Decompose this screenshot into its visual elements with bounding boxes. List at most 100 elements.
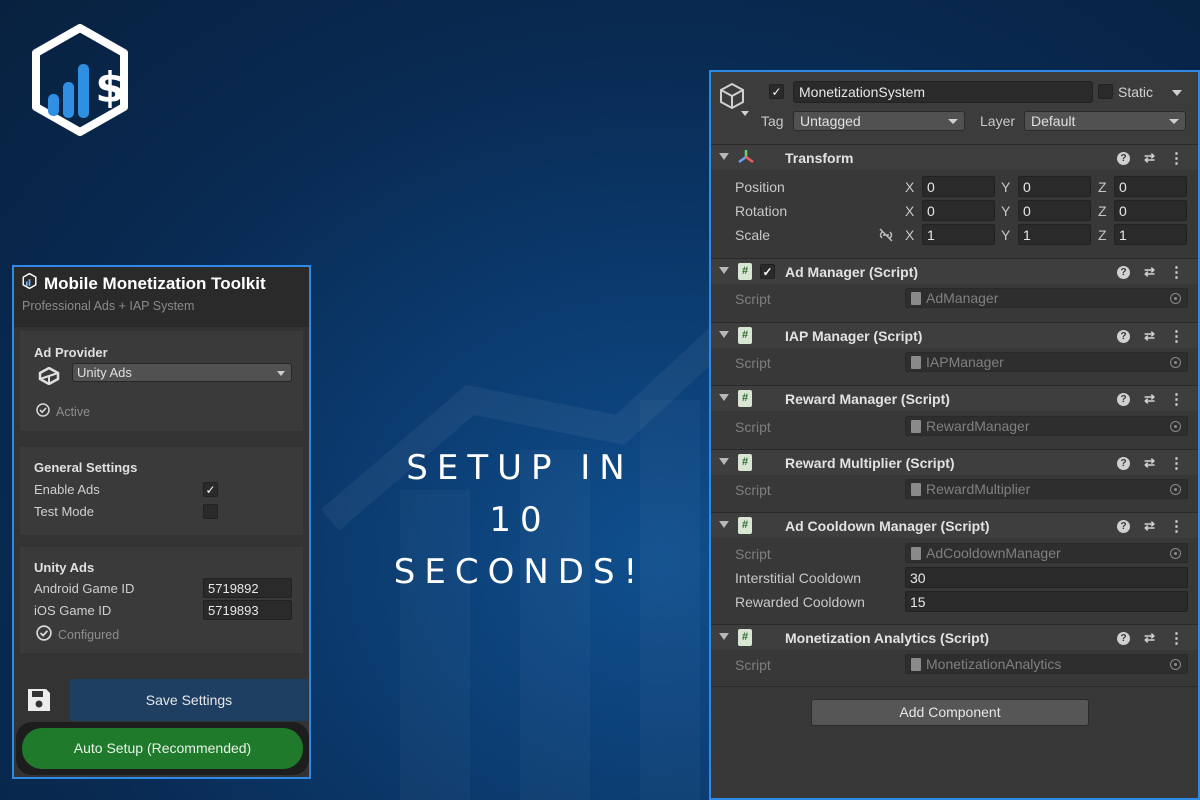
ad-cooldown-script-field[interactable]: AdCooldownManager — [905, 543, 1188, 563]
fold-arrow-icon[interactable] — [719, 394, 729, 401]
analytics-script-field[interactable]: MonetizationAnalytics — [905, 654, 1188, 674]
object-picker-icon[interactable] — [1170, 548, 1181, 559]
scale-z-field[interactable]: 1 — [1114, 224, 1187, 245]
kebab-menu-icon[interactable]: ⋮ — [1169, 265, 1184, 280]
layer-dropdown[interactable]: Default — [1024, 111, 1186, 131]
kebab-menu-icon[interactable]: ⋮ — [1169, 392, 1184, 407]
monetization-analytics-header[interactable]: # Monetization Analytics (Script) ? ⇄ ⋮ — [711, 624, 1198, 650]
ad-cooldown-manager-header[interactable]: # Ad Cooldown Manager (Script) ? ⇄ ⋮ — [711, 512, 1198, 538]
android-game-id-label: Android Game ID — [34, 581, 135, 596]
script-doc-icon — [911, 547, 921, 560]
position-y-field[interactable]: 0 — [1018, 176, 1091, 197]
android-game-id-input[interactable]: 5719892 — [203, 578, 292, 598]
fold-arrow-icon[interactable] — [719, 153, 729, 160]
inspector-panel: ✓ MonetizationSystem Static Tag Untagged… — [709, 70, 1200, 800]
reward-manager-header[interactable]: # Reward Manager (Script) ? ⇄ ⋮ — [711, 385, 1198, 411]
position-z-label: Z — [1098, 179, 1107, 195]
save-settings-button[interactable]: Save Settings — [70, 679, 308, 721]
fold-arrow-icon[interactable] — [719, 458, 729, 465]
help-icon[interactable]: ? — [1117, 265, 1131, 279]
help-icon[interactable]: ? — [1117, 519, 1131, 533]
ad-manager-script-field[interactable]: AdManager — [905, 288, 1188, 308]
interstitial-cooldown-label: Interstitial Cooldown — [735, 570, 862, 586]
active-checkbox[interactable]: ✓ — [769, 84, 784, 99]
cube-icon[interactable] — [719, 81, 753, 122]
ad-provider-select[interactable]: Unity Ads — [72, 363, 292, 382]
ad-manager-script-value: AdManager — [926, 290, 999, 306]
help-icon[interactable]: ? — [1117, 631, 1131, 645]
enable-ads-checkbox[interactable]: ✓ — [203, 482, 218, 497]
object-picker-icon[interactable] — [1170, 293, 1181, 304]
script-file-icon: # — [738, 517, 752, 534]
auto-setup-button[interactable]: Auto Setup (Recommended) — [22, 728, 303, 769]
constrain-proportions-icon[interactable] — [878, 228, 894, 247]
reward-multiplier-title: Reward Multiplier (Script) — [785, 455, 955, 471]
rewarded-cooldown-field[interactable]: 15 — [905, 591, 1188, 612]
iap-manager-header[interactable]: # IAP Manager (Script) ? ⇄ ⋮ — [711, 322, 1198, 348]
static-dropdown-icon[interactable] — [1172, 90, 1182, 96]
transform-body: Position Rotation Scale X Y Z X Y Z X Y … — [711, 171, 1198, 257]
rotation-x-field[interactable]: 0 — [922, 200, 995, 221]
rotation-y-field[interactable]: 0 — [1018, 200, 1091, 221]
reward-multiplier-script-label: Script — [735, 482, 771, 498]
fold-arrow-icon[interactable] — [719, 521, 729, 528]
kebab-menu-icon[interactable]: ⋮ — [1169, 329, 1184, 344]
iap-manager-script-field[interactable]: IAPManager — [905, 352, 1188, 372]
kebab-menu-icon[interactable]: ⋮ — [1169, 456, 1184, 471]
test-mode-checkbox[interactable] — [203, 504, 218, 519]
script-doc-icon — [911, 658, 921, 671]
reward-manager-script-value: RewardManager — [926, 418, 1030, 434]
position-z-field[interactable]: 0 — [1114, 176, 1187, 197]
interstitial-cooldown-field[interactable]: 30 — [905, 567, 1188, 588]
help-icon[interactable]: ? — [1117, 329, 1131, 343]
static-checkbox[interactable] — [1098, 84, 1113, 99]
kebab-menu-icon[interactable]: ⋮ — [1169, 519, 1184, 534]
rotation-x-label: X — [905, 203, 915, 219]
floppy-disk-icon — [26, 687, 52, 718]
ad-manager-script-label: Script — [735, 291, 771, 307]
fold-arrow-icon[interactable] — [719, 331, 729, 338]
fold-arrow-icon[interactable] — [719, 267, 729, 274]
help-icon[interactable]: ? — [1117, 456, 1131, 470]
position-x-label: X — [905, 179, 915, 195]
headline-line-1: SETUP IN — [406, 448, 634, 488]
help-icon[interactable]: ? — [1117, 392, 1131, 406]
reward-manager-script-field[interactable]: RewardManager — [905, 416, 1188, 436]
help-icon[interactable]: ? — [1117, 151, 1131, 165]
position-x-field[interactable]: 0 — [922, 176, 995, 197]
kebab-menu-icon[interactable]: ⋮ — [1169, 151, 1184, 166]
auto-setup-wrapper: Auto Setup (Recommended) — [16, 722, 309, 775]
ad-manager-enabled-checkbox[interactable]: ✓ — [760, 264, 775, 279]
scale-x-field[interactable]: 1 — [922, 224, 995, 245]
fold-arrow-icon[interactable] — [719, 633, 729, 640]
object-picker-icon[interactable] — [1170, 357, 1181, 368]
preset-sliders-icon[interactable]: ⇄ — [1144, 328, 1155, 344]
object-picker-icon[interactable] — [1170, 659, 1181, 670]
preset-sliders-icon[interactable]: ⇄ — [1144, 264, 1155, 280]
add-component-button[interactable]: Add Component — [811, 699, 1089, 726]
object-picker-icon[interactable] — [1170, 421, 1181, 432]
preset-sliders-icon[interactable]: ⇄ — [1144, 150, 1155, 166]
preset-sliders-icon[interactable]: ⇄ — [1144, 455, 1155, 471]
ad-manager-header[interactable]: # ✓ Ad Manager (Script) ? ⇄ ⋮ — [711, 258, 1198, 284]
rotation-z-field[interactable]: 0 — [1114, 200, 1187, 221]
kebab-menu-icon[interactable]: ⋮ — [1169, 631, 1184, 646]
ios-game-id-input[interactable]: 5719893 — [203, 600, 292, 620]
reward-multiplier-script-field[interactable]: RewardMultiplier — [905, 479, 1188, 499]
unity-ads-status-text: Configured — [58, 627, 120, 642]
preset-sliders-icon[interactable]: ⇄ — [1144, 630, 1155, 646]
reward-multiplier-script-value: RewardMultiplier — [926, 481, 1031, 497]
gameobject-name-field[interactable]: MonetizationSystem — [793, 81, 1093, 103]
object-picker-icon[interactable] — [1170, 484, 1181, 495]
iap-manager-script-value: IAPManager — [926, 354, 1004, 370]
transform-header[interactable]: Transform ? ⇄ ⋮ — [711, 144, 1198, 170]
preset-sliders-icon[interactable]: ⇄ — [1144, 518, 1155, 534]
reward-multiplier-header[interactable]: # Reward Multiplier (Script) ? ⇄ ⋮ — [711, 449, 1198, 475]
scale-y-field[interactable]: 1 — [1018, 224, 1091, 245]
tag-dropdown[interactable]: Untagged — [793, 111, 965, 131]
preset-sliders-icon[interactable]: ⇄ — [1144, 391, 1155, 407]
script-file-icon: # — [738, 390, 752, 407]
unity-ads-section: Unity Ads Android Game ID 5719892 iOS Ga… — [20, 547, 303, 653]
inspector-divider — [711, 686, 1198, 687]
static-label: Static — [1118, 84, 1154, 100]
